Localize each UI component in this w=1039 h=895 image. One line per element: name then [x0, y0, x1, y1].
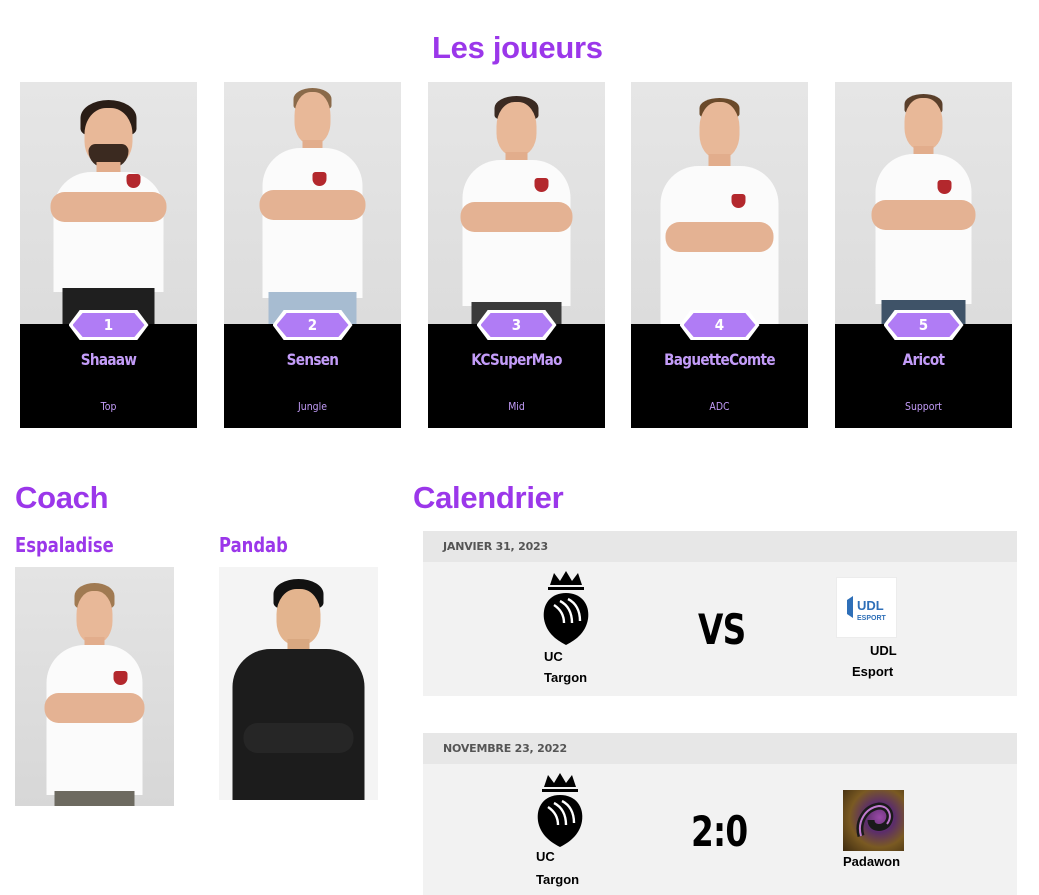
coach-photo[interactable] [219, 567, 378, 800]
player-card-5[interactable]: 5 Aricot Support [835, 82, 1012, 428]
coach-photo[interactable] [15, 567, 174, 806]
coach-name: Pandab [219, 533, 288, 557]
player-card-2[interactable]: 2 Sensen Jungle [224, 82, 401, 428]
player-info: 4 BaguetteComte ADC [631, 310, 808, 428]
padawon-logo [843, 790, 904, 851]
calendar-section-title: Calendrier [413, 480, 564, 515]
player-portrait [428, 82, 605, 324]
player-card-3[interactable]: 3 KCSuperMao Mid [428, 82, 605, 428]
player-portrait [835, 82, 1012, 324]
player-role: ADC [709, 400, 730, 413]
away-team-name-line2: Esport [852, 664, 894, 679]
match-card[interactable]: JANVIER 31, 2023 UC Targon VS UDL ESPORT… [423, 531, 1017, 696]
player-info: 3 KCSuperMao Mid [428, 310, 605, 428]
player-number: 1 [72, 313, 145, 337]
player-role: Top [100, 400, 117, 413]
player-role: Mid [508, 400, 525, 413]
udl-esport-logo: UDL ESPORT [836, 577, 897, 638]
player-number-badge: 1 [68, 310, 149, 340]
uc-targon-logo [543, 571, 589, 645]
player-photo [631, 82, 808, 324]
coach-portrait [219, 567, 378, 800]
player-photo [835, 82, 1012, 324]
coach-portrait [15, 567, 174, 806]
player-name: KCSuperMao [471, 350, 562, 369]
player-card-1[interactable]: 1 Shaaaw Top [20, 82, 197, 428]
uc-targon-logo [537, 773, 583, 847]
player-portrait [20, 82, 197, 324]
player-photo [428, 82, 605, 324]
player-number-badge: 2 [272, 310, 353, 340]
player-card-4[interactable]: 4 BaguetteComte ADC [631, 82, 808, 428]
svg-text:ESPORT: ESPORT [857, 615, 887, 622]
player-name: Shaaaw [80, 350, 137, 369]
player-portrait [631, 82, 808, 324]
home-team-name-line2: Targon [536, 872, 580, 887]
player-number: 4 [683, 313, 756, 337]
player-photo [20, 82, 197, 324]
home-team-name-line1: UC [536, 849, 555, 864]
player-info: 1 Shaaaw Top [20, 310, 197, 428]
away-team-name: Padawon [843, 854, 901, 869]
player-number-badge: 5 [883, 310, 964, 340]
player-number: 3 [480, 313, 553, 337]
match-result: VS [698, 605, 746, 654]
player-name: Sensen [286, 350, 339, 369]
coach-name: Espaladise [15, 533, 114, 557]
player-info: 5 Aricot Support [835, 310, 1012, 428]
match-card[interactable]: NOVEMBRE 23, 2022 UC Targon 2:0 Padawon [423, 733, 1017, 895]
player-number-badge: 4 [679, 310, 760, 340]
player-portrait [224, 82, 401, 324]
player-role: Support [905, 400, 942, 413]
player-number: 2 [276, 313, 349, 337]
players-section-title: Les joueurs [432, 30, 603, 65]
match-result: 2:0 [691, 807, 748, 856]
player-info: 2 Sensen Jungle [224, 310, 401, 428]
home-team-name-line1: UC [544, 649, 563, 664]
coach-section-title: Coach [15, 480, 109, 515]
player-photo [224, 82, 401, 324]
player-name: BaguetteComte [664, 350, 775, 369]
match-date: NOVEMBRE 23, 2022 [423, 733, 1017, 764]
away-team-name-line1: UDL [870, 643, 897, 658]
player-number: 5 [887, 313, 960, 337]
svg-text:UDL: UDL [857, 598, 884, 613]
player-number-badge: 3 [476, 310, 557, 340]
player-role: Jungle [298, 400, 327, 413]
player-name: Aricot [902, 350, 945, 369]
home-team-name-line2: Targon [544, 670, 588, 685]
match-date: JANVIER 31, 2023 [423, 531, 1017, 562]
